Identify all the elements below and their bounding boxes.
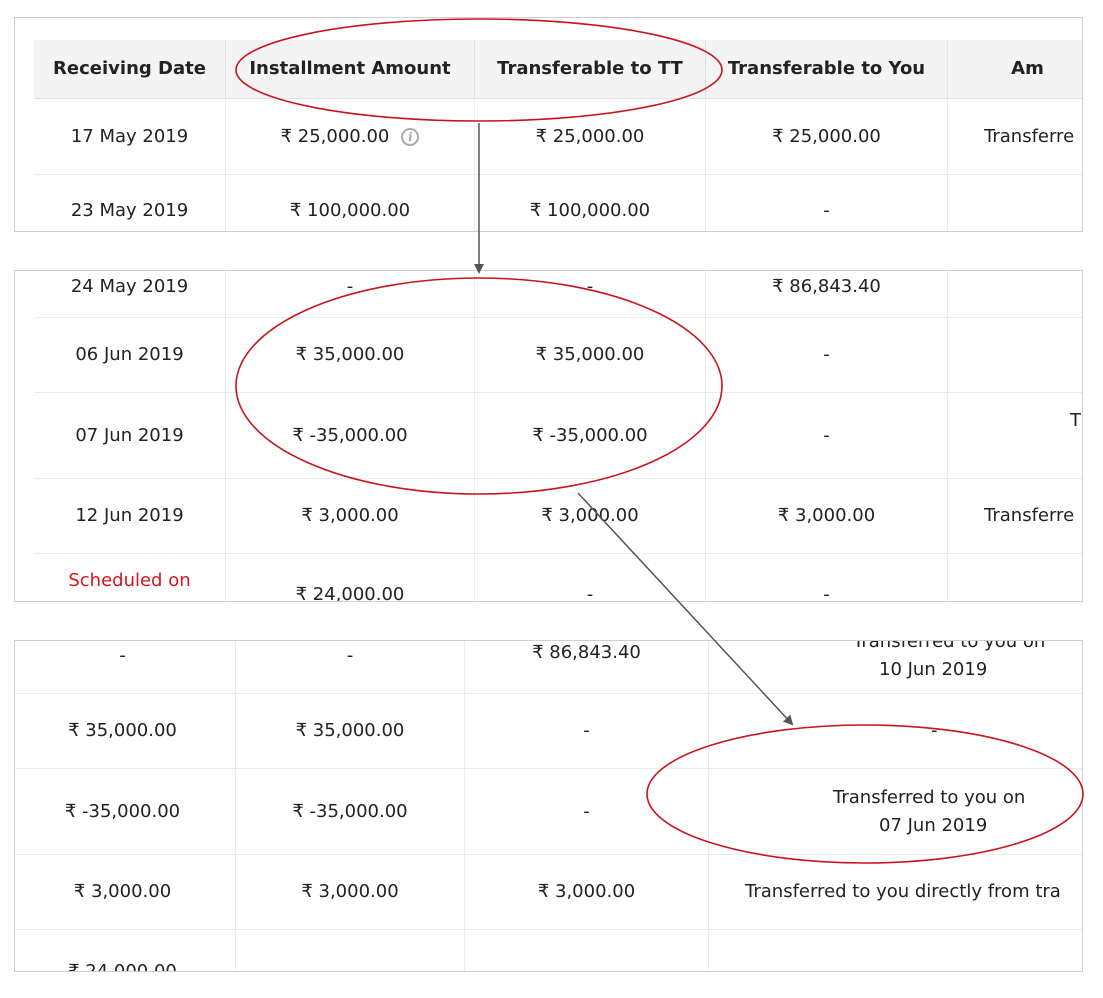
- table-row-status: Transferred to you on 07 Jun 2019: [709, 769, 1082, 855]
- table-row-tt: ₹ -35,000.00: [475, 393, 706, 479]
- header-amount-status[interactable]: Am: [948, 40, 1082, 99]
- info-circle-icon[interactable]: i: [401, 127, 420, 146]
- table-row-installment: ₹ 35,000.00: [226, 318, 475, 393]
- table-row-installment: ₹ 24,000.00: [15, 930, 236, 971]
- table-row-status: -: [709, 694, 1082, 769]
- header-transferable-to-you[interactable]: Transferable to You: [706, 40, 948, 99]
- table-row-date: 17 May 2019: [34, 99, 226, 175]
- table-row-installment: ₹ 3,000.00: [15, 855, 236, 930]
- table-row-you: ₹ 86,843.40: [706, 271, 948, 318]
- table-row-status: Transferre: [948, 479, 1082, 554]
- table-row-date: 12 Jun 2019: [34, 479, 226, 554]
- table-row-you: -: [706, 554, 948, 601]
- table-row-date: 06 Jun 2019: [34, 318, 226, 393]
- table-row-date: Scheduled on: [34, 554, 226, 601]
- table-row-tt: ₹ 100,000.00: [475, 175, 706, 231]
- table-panel-bottom: - - ₹ 86,843.40 Transferred to you on 10…: [14, 640, 1083, 972]
- table-row-tt: ₹ 3,000.00: [475, 479, 706, 554]
- table-row-tt: ₹ 3,000.00: [236, 855, 465, 930]
- table-row-you: -: [706, 393, 948, 479]
- table-row-status: Transferred to you directly from tra: [709, 855, 1082, 930]
- table-row-date: 23 May 2019: [34, 175, 226, 231]
- table-row-you: -: [465, 769, 709, 855]
- table-panel-middle: 24 May 2019 - - ₹ 86,843.40 06 Jun 2019 …: [14, 270, 1083, 602]
- table-row-date: 07 Jun 2019: [34, 393, 226, 479]
- table-row-date: 24 May 2019: [34, 271, 226, 318]
- table-row-you: [465, 930, 709, 971]
- table-row-tt: ₹ 25,000.00: [475, 99, 706, 175]
- table-row-tt: [236, 930, 465, 971]
- table-row-you: -: [706, 318, 948, 393]
- scheduled-label: Scheduled on: [68, 570, 191, 591]
- table-row-you: ₹ 86,843.40: [465, 641, 709, 694]
- table-row-you: -: [465, 694, 709, 769]
- table-row-status: [709, 930, 1082, 971]
- table-row-installment: ₹ -35,000.00: [226, 393, 475, 479]
- table-row-status: [948, 271, 1082, 318]
- table-row-installment: ₹ -35,000.00: [15, 769, 236, 855]
- table-panel-top: Receiving Date Installment Amount Transf…: [14, 17, 1083, 232]
- table-row-installment: -: [15, 641, 236, 694]
- table-row-you: ₹ 3,000.00: [706, 479, 948, 554]
- table-row-status: [948, 318, 1082, 393]
- table-row-tt: -: [475, 554, 706, 601]
- table-row-tt: -: [236, 641, 465, 694]
- table-row-status: Transferred to you on 10 Jun 2019: [709, 641, 1082, 694]
- table-row-tt: ₹ 35,000.00: [475, 318, 706, 393]
- table-row-status: T: [948, 393, 1082, 479]
- table-row-installment: ₹ 3,000.00: [226, 479, 475, 554]
- table-row-you: -: [706, 175, 948, 231]
- table-row-status: Transferre: [948, 99, 1082, 175]
- table-row-installment: -: [226, 271, 475, 318]
- table-row-tt: ₹ -35,000.00: [236, 769, 465, 855]
- table-row-tt: ₹ 35,000.00: [236, 694, 465, 769]
- table-row-installment: ₹ 25,000.00 i: [226, 99, 475, 175]
- table-row-installment: ₹ 24,000.00: [226, 554, 475, 601]
- table-row-installment: ₹ 35,000.00: [15, 694, 236, 769]
- header-transferable-to-tt[interactable]: Transferable to TT: [475, 40, 706, 99]
- header-receiving-date[interactable]: Receiving Date: [34, 40, 226, 99]
- table-row-tt: -: [475, 271, 706, 318]
- table-row-you: ₹ 3,000.00: [465, 855, 709, 930]
- table-row-status: [948, 554, 1082, 601]
- table-row-status: [948, 175, 1082, 231]
- table-row-installment: ₹ 100,000.00: [226, 175, 475, 231]
- table-row-you: ₹ 25,000.00: [706, 99, 948, 175]
- header-installment-amount[interactable]: Installment Amount: [226, 40, 475, 99]
